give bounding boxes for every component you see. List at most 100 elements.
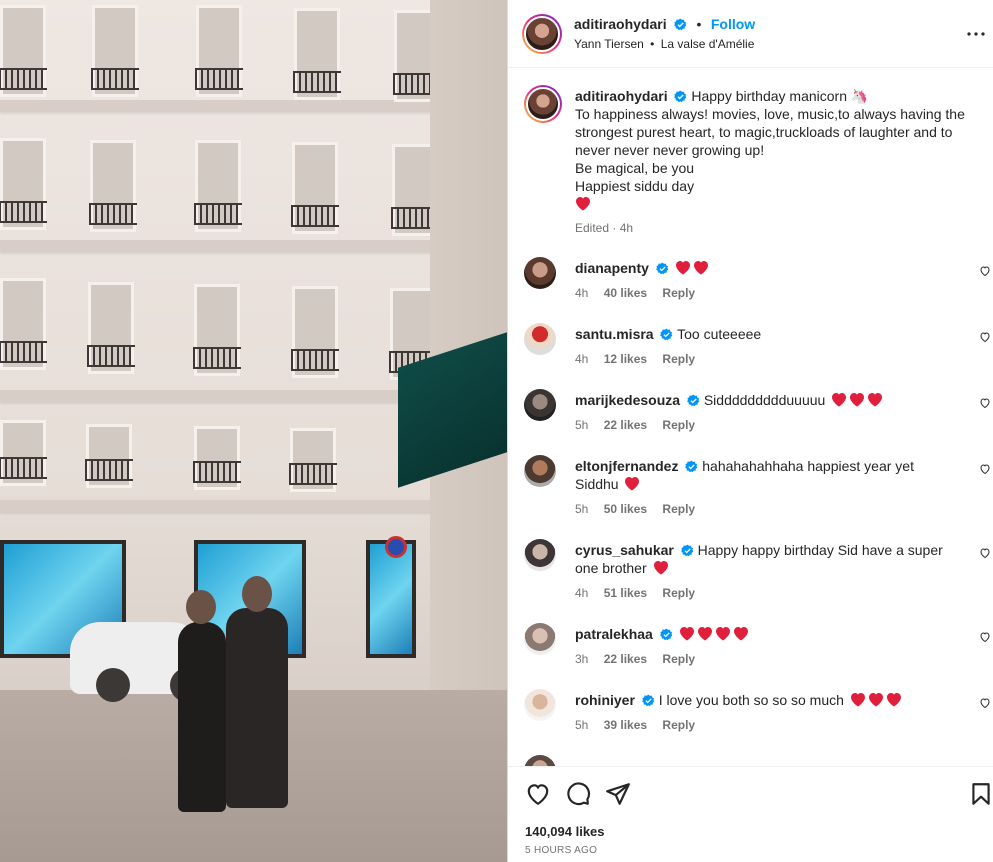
person-head — [186, 590, 216, 624]
audio-separator: • — [650, 37, 655, 51]
comment-time[interactable]: 5h — [575, 418, 588, 432]
window — [85, 424, 133, 488]
red-heart-emoji — [832, 393, 847, 407]
verified-badge-icon — [655, 262, 669, 275]
author-username[interactable]: aditiraohydari — [574, 16, 667, 32]
author-avatar[interactable] — [524, 85, 562, 123]
reply-button[interactable]: Reply — [662, 352, 695, 366]
comment-like-icon[interactable] — [979, 331, 991, 343]
comment-likes[interactable]: 39 likes — [604, 718, 647, 732]
window — [0, 138, 47, 230]
window — [91, 5, 139, 97]
comment-time[interactable]: 5h — [575, 502, 588, 516]
facade-ledge — [0, 500, 440, 512]
post-header: aditiraohydari • Follow Yann Tiersen • L… — [508, 0, 993, 68]
window — [289, 428, 337, 492]
red-heart-emoji — [733, 627, 748, 641]
reply-button[interactable]: Reply — [662, 502, 695, 516]
facade-ledge — [0, 240, 440, 252]
verified-badge-icon — [674, 18, 687, 31]
person-walking — [178, 622, 226, 812]
heart-outline-icon[interactable] — [525, 781, 551, 807]
audio-artist[interactable]: Yann Tiersen — [574, 37, 644, 51]
comment-likes[interactable]: 51 likes — [604, 586, 647, 600]
commenter-avatar[interactable] — [524, 623, 556, 655]
window — [89, 140, 137, 232]
comment-like-icon[interactable] — [979, 397, 991, 409]
window — [194, 140, 242, 232]
paper-plane-icon[interactable] — [605, 781, 631, 807]
red-heart-emoji — [697, 627, 712, 641]
commenter-avatar[interactable] — [524, 755, 556, 766]
commenter-username[interactable]: dianapenty — [575, 260, 649, 276]
red-heart-emoji — [625, 477, 640, 491]
red-heart-emoji — [693, 261, 708, 275]
comment-hearts — [677, 626, 749, 642]
comment-time[interactable]: 5h — [575, 718, 588, 732]
comment-bubble-icon[interactable] — [565, 781, 591, 807]
red-heart-emoji — [576, 197, 590, 211]
reply-button[interactable]: Reply — [662, 718, 695, 732]
comment-text: Too cuteeeee — [677, 326, 762, 342]
comment-likes[interactable]: 12 likes — [604, 352, 647, 366]
reply-button[interactable]: Reply — [662, 652, 695, 666]
post-photo[interactable] — [0, 0, 507, 862]
post-actions: 140,094 likes 5 HOURS AGO — [508, 766, 993, 862]
comment-time[interactable]: 4h — [575, 586, 588, 600]
comment-like-icon[interactable] — [979, 265, 991, 277]
more-options-icon[interactable] — [964, 22, 988, 46]
comments-feed[interactable]: aditiraohydari Happy birthday manicorn 🦄… — [508, 69, 993, 766]
commenter-username[interactable]: patralekhaa — [575, 626, 653, 642]
comment-time[interactable]: 3h — [575, 652, 588, 666]
comment-like-icon[interactable] — [979, 463, 991, 475]
comment-like-icon[interactable] — [979, 547, 991, 559]
commenter-avatar[interactable] — [524, 689, 556, 721]
verified-badge-icon — [685, 460, 698, 473]
author-avatar[interactable] — [522, 14, 562, 54]
audio-track[interactable]: La valse d'Amélie — [661, 37, 755, 51]
post-likes-count[interactable]: 140,094 likes — [525, 824, 605, 839]
commenter-avatar[interactable] — [524, 539, 556, 571]
commenter-avatar[interactable] — [524, 389, 556, 421]
comment-likes[interactable]: 40 likes — [604, 286, 647, 300]
reply-button[interactable]: Reply — [662, 586, 695, 600]
commenter-username[interactable]: santu.misra — [575, 326, 654, 342]
commenter-avatar[interactable] — [524, 257, 556, 289]
comment-hearts — [651, 560, 669, 576]
window — [0, 278, 47, 370]
caption-line-1: Happy birthday manicorn 🦄 — [691, 88, 869, 104]
comment-like-icon[interactable] — [979, 697, 991, 709]
commenter-username[interactable]: cyrus_sahukar — [575, 542, 674, 558]
facade-ledge — [0, 390, 440, 402]
person-walking — [226, 608, 288, 808]
comment-likes[interactable]: 22 likes — [604, 652, 647, 666]
comment-likes[interactable]: 50 likes — [604, 502, 647, 516]
commenter-username[interactable]: eltonjfernandez — [575, 458, 678, 474]
caption-username[interactable]: aditiraohydari — [575, 88, 668, 104]
red-heart-emoji — [653, 561, 668, 575]
caption-meta: Edited · 4h — [575, 221, 634, 235]
comment-hearts — [673, 260, 709, 276]
window — [195, 5, 243, 97]
commenter-avatar[interactable] — [524, 323, 556, 355]
commenter-username[interactable]: rohiniyer — [575, 692, 635, 708]
comment-time[interactable]: 4h — [575, 352, 588, 366]
comment-likes[interactable]: 22 likes — [604, 418, 647, 432]
verified-badge-icon — [687, 394, 700, 407]
commenter-avatar[interactable] — [524, 455, 556, 487]
caption-heart — [575, 195, 975, 213]
bookmark-icon[interactable] — [968, 781, 993, 807]
reply-button[interactable]: Reply — [662, 418, 695, 432]
window — [291, 142, 339, 234]
post-timestamp[interactable]: 5 HOURS AGO — [525, 845, 597, 856]
verified-badge-icon — [659, 628, 673, 641]
reply-button[interactable]: Reply — [662, 286, 695, 300]
comment-like-icon[interactable] — [979, 631, 991, 643]
commenter-username[interactable]: marijkedesouza — [575, 392, 680, 408]
caption-line-2: To happiness always! movies, love, music… — [575, 106, 965, 158]
caption-line-4: Happiest siddu day — [575, 178, 695, 194]
follow-button[interactable]: Follow — [711, 16, 755, 32]
comment-time[interactable]: 4h — [575, 286, 588, 300]
window — [193, 426, 241, 490]
verified-badge-icon — [660, 328, 673, 341]
